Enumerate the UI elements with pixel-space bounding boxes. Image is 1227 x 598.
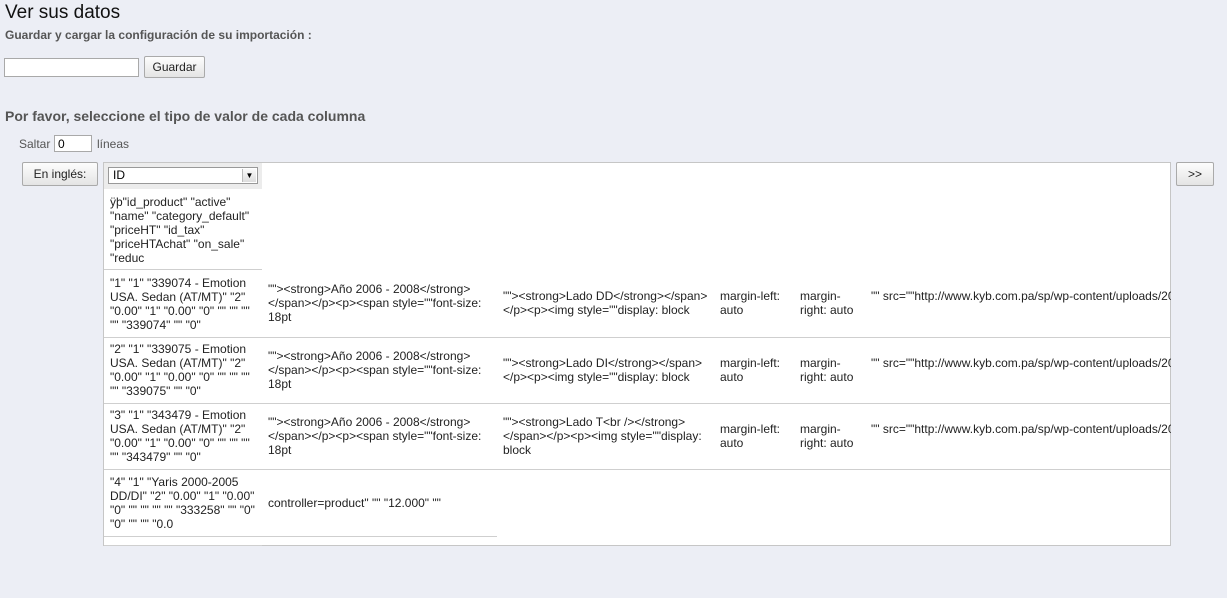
column-header: ID ▼ xyxy=(104,163,262,189)
config-subtitle: Guardar y cargar la configuración de su … xyxy=(5,28,312,42)
row-cell-5: margin-right: auto xyxy=(800,356,854,384)
next-column-button[interactable]: >> xyxy=(1176,162,1214,186)
row-cell-6: "" src=""http://www.kyb.com.pa/sp/wp-con… xyxy=(871,289,1171,303)
skip-label: Saltar xyxy=(19,137,51,151)
row-cell-4: margin-left: auto xyxy=(720,422,781,450)
row-divider xyxy=(104,536,497,537)
config-name-input[interactable] xyxy=(4,58,139,77)
row-divider xyxy=(104,469,1170,470)
column-type-select[interactable]: ID ▼ xyxy=(108,167,258,184)
row-cell-5: margin-right: auto xyxy=(800,289,854,317)
row-cell-2: ""><strong>Año 2006 - 2008</strong></spa… xyxy=(268,282,482,324)
import-preview-table: ID ▼ ÿþ"id_product" "active" "name" "cat… xyxy=(103,162,1171,546)
row-cell-2: ""><strong>Año 2006 - 2008</strong></spa… xyxy=(268,349,482,391)
save-button[interactable]: Guardar xyxy=(144,56,205,78)
row-cell-4: margin-left: auto xyxy=(720,356,781,384)
row-cell-5: margin-right: auto xyxy=(800,422,854,450)
skip-lines-input[interactable] xyxy=(54,135,92,152)
row-cell-3: ""><strong>Lado DI</strong></span></p><p… xyxy=(503,356,702,384)
section-title: Por favor, seleccione el tipo de valor d… xyxy=(5,108,366,124)
row-cell-3: ""><strong>Lado DD</strong></span></p><p… xyxy=(503,289,708,317)
row-cell-2: controller=product" "" "12.000" "" xyxy=(268,496,441,510)
row-cell-1: "3" "1" "343479 - Emotion USA. Sedan (AT… xyxy=(110,408,250,464)
row-divider xyxy=(104,545,262,546)
english-button[interactable]: En inglés: xyxy=(22,162,98,186)
row-cell-1: "4" "1" "Yaris 2000-2005 DD/DI" "2" "0.0… xyxy=(110,475,255,531)
header-row-cell: ÿþ"id_product" "active" "name" "category… xyxy=(110,195,250,265)
row-divider xyxy=(104,403,1170,404)
row-cell-2: ""><strong>Año 2006 - 2008</strong></spa… xyxy=(268,415,482,457)
row-cell-1: "2" "1" "339075 - Emotion USA. Sedan (AT… xyxy=(110,342,250,398)
row-cell-6: "" src=""http://www.kyb.com.pa/sp/wp-con… xyxy=(871,356,1171,370)
row-cell-1: "1" "1" "339074 - Emotion USA. Sedan (AT… xyxy=(110,276,250,332)
page-title: Ver sus datos xyxy=(5,2,121,23)
skip-suffix-label: líneas xyxy=(97,137,130,151)
row-cell-6: "" src=""http://www.kyb.com.pa/sp/wp-con… xyxy=(871,422,1171,436)
row-divider xyxy=(104,269,262,270)
chevron-down-icon: ▼ xyxy=(242,169,256,182)
row-divider xyxy=(104,337,1170,338)
column-type-value: ID xyxy=(113,168,125,182)
row-cell-3: ""><strong>Lado T<br /></strong></span><… xyxy=(503,415,702,457)
row-cell-4: margin-left: auto xyxy=(720,289,781,317)
